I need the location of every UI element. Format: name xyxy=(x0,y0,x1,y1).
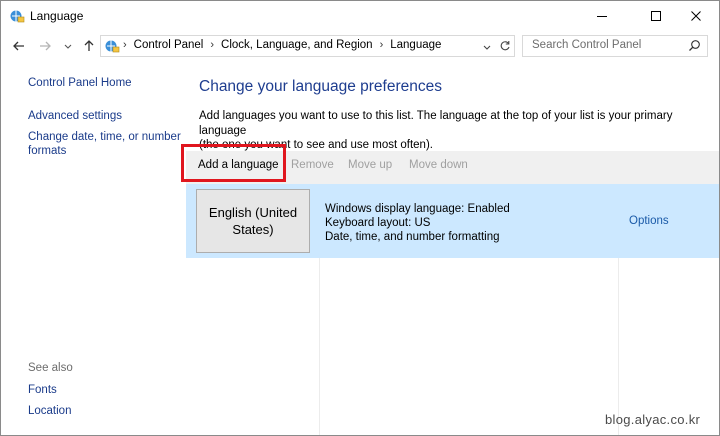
chevron-right-icon[interactable]: › xyxy=(210,39,214,51)
watermark-text: blog.alyac.co.kr xyxy=(605,412,701,427)
language-options-link[interactable]: Options xyxy=(629,215,669,227)
change-date-time-formats-link[interactable]: Change date, time, or number formats xyxy=(28,130,181,158)
language-name-line2: States) xyxy=(232,222,274,237)
minimize-button[interactable] xyxy=(579,1,625,31)
fonts-link[interactable]: Fonts xyxy=(28,383,57,397)
refresh-icon xyxy=(500,41,510,51)
move-up-button[interactable]: Move up xyxy=(348,159,392,171)
breadcrumb-clock-language-region[interactable]: Clock, Language, and Region xyxy=(221,39,373,51)
advanced-settings-link[interactable]: Advanced settings xyxy=(28,109,122,123)
window-title: Language xyxy=(30,9,84,23)
control-panel-icon xyxy=(9,8,25,24)
title-bar[interactable]: Language xyxy=(1,1,719,31)
formatting-status: Date, time, and number formatting xyxy=(325,231,500,243)
recent-locations-chevron-icon[interactable] xyxy=(60,38,76,54)
address-bar[interactable]: › Control Panel › Clock, Language, and R… xyxy=(100,35,498,57)
search-input[interactable]: Search Control Panel xyxy=(522,35,708,57)
move-down-button[interactable]: Move down xyxy=(409,159,468,171)
display-language-status: Windows display language: Enabled xyxy=(325,203,510,215)
language-window: Language › Control Panel › Clock, Langua… xyxy=(0,0,720,436)
control-panel-home-link[interactable]: Control Panel Home xyxy=(28,76,132,90)
page-title: Change your language preferences xyxy=(199,78,443,95)
search-placeholder: Search Control Panel xyxy=(532,39,642,51)
breadcrumb: › Control Panel › Clock, Language, and R… xyxy=(123,39,441,51)
description-line1: Add languages you want to use to this li… xyxy=(199,110,673,137)
chevron-right-icon[interactable]: › xyxy=(123,39,127,51)
keyboard-layout-status: Keyboard layout: US xyxy=(325,217,431,229)
highlight-annotation-box xyxy=(181,144,286,182)
see-also-heading: See also xyxy=(28,362,73,374)
breadcrumb-control-panel[interactable]: Control Panel xyxy=(134,39,204,51)
back-arrow-icon[interactable] xyxy=(11,38,27,54)
column-divider xyxy=(319,258,320,435)
breadcrumb-language[interactable]: Language xyxy=(390,39,441,51)
refresh-button[interactable] xyxy=(496,35,515,57)
language-name-line1: English (United xyxy=(208,205,298,220)
language-details: Windows display language: Enabled Keyboa… xyxy=(325,202,510,244)
column-divider xyxy=(618,258,619,435)
control-panel-icon xyxy=(104,38,120,54)
address-dropdown-chevron-icon[interactable] xyxy=(481,40,493,52)
forward-arrow-icon[interactable] xyxy=(37,38,53,54)
search-icon[interactable] xyxy=(688,39,701,52)
change-date-link-line1: Change date, time, or number xyxy=(28,131,181,143)
up-arrow-icon[interactable] xyxy=(81,38,97,54)
location-link[interactable]: Location xyxy=(28,404,71,418)
remove-button[interactable]: Remove xyxy=(291,159,334,171)
chevron-right-icon[interactable]: › xyxy=(380,39,384,51)
change-date-link-line2: formats xyxy=(28,145,67,157)
language-tile-english-us[interactable]: English (United States) xyxy=(196,189,310,253)
close-button[interactable] xyxy=(673,1,719,31)
